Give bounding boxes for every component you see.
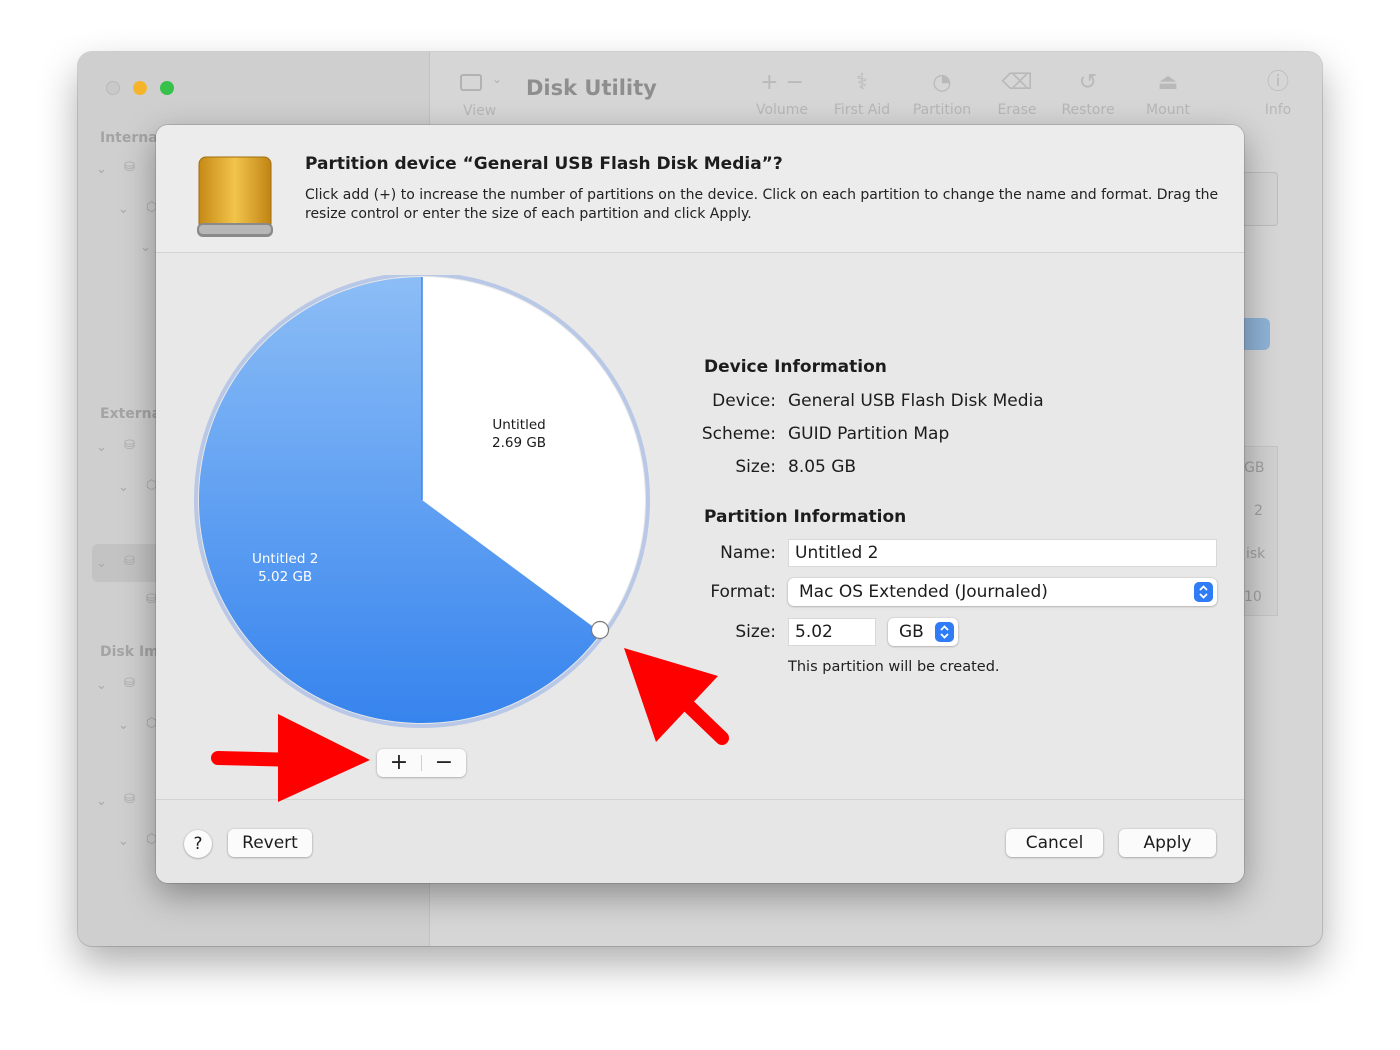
partition-size-label: Size:	[735, 622, 776, 642]
external-drive-icon	[197, 156, 273, 237]
pie-label-free: Untitled 2.69 GB	[492, 417, 547, 451]
format-label: Format:	[710, 582, 776, 602]
sheet-header: Partition device “General USB Flash Disk…	[156, 125, 1244, 253]
stethoscope-icon: ⚕	[856, 70, 868, 95]
scheme-value: GUID Partition Map	[788, 424, 950, 444]
add-remove-partition-control: + −	[377, 749, 466, 777]
partition-pie-chart[interactable]	[192, 272, 652, 735]
close-button[interactable]	[106, 81, 120, 95]
toolbar-info-button[interactable]: ⓘ Info	[1246, 68, 1310, 118]
plus-minus-icon: + −	[760, 70, 804, 95]
scheme-label: Scheme:	[701, 424, 776, 444]
format-value: Mac OS Extended (Journaled)	[799, 582, 1048, 602]
drive-icon: ⛁	[124, 792, 135, 807]
usage-box	[1238, 172, 1278, 226]
usage-bar	[1240, 318, 1270, 350]
toolbar-partition-button[interactable]: ◔ Partition	[910, 68, 974, 118]
size-unit-popup[interactable]: GB	[888, 618, 958, 646]
window-title: Disk Utility	[526, 76, 657, 100]
toolbar-erase-button[interactable]: ⌫ Erase	[985, 68, 1049, 118]
view-label: View	[463, 103, 497, 119]
partition-size-input[interactable]	[788, 618, 876, 646]
drive-icon: ⛁	[124, 676, 135, 691]
resize-handle[interactable]	[590, 620, 610, 640]
device-label: Device:	[712, 391, 776, 411]
partition-name-input[interactable]	[788, 539, 1217, 567]
info-cell: 10	[1244, 589, 1262, 605]
drive-icon: ⛁	[124, 554, 135, 569]
apply-button[interactable]: Apply	[1119, 829, 1216, 857]
erase-icon: ⌫	[1001, 70, 1033, 95]
remove-partition-button[interactable]: −	[422, 749, 466, 777]
chevron-down-icon[interactable]: ⌄	[96, 794, 107, 809]
chevron-down-icon[interactable]: ⌄	[96, 678, 107, 693]
partition-note: This partition will be created.	[788, 659, 1000, 675]
sidebar-section-disk-images: Disk Im	[100, 644, 159, 660]
mount-icon: ⏏	[1157, 70, 1179, 95]
drive-icon: ⛁	[124, 438, 135, 453]
chevron-down-icon[interactable]: ⌄	[96, 556, 107, 571]
device-info-heading: Device Information	[704, 357, 887, 377]
cancel-button[interactable]: Cancel	[1006, 829, 1103, 857]
toolbar-volume-button[interactable]: + − Volume	[750, 68, 814, 118]
size-unit-value: GB	[899, 622, 924, 642]
chevron-down-icon[interactable]: ⌄	[96, 440, 107, 455]
partition-sheet: Partition device “General USB Flash Disk…	[156, 125, 1244, 883]
device-size-value: 8.05 GB	[788, 457, 857, 477]
device-value: General USB Flash Disk Media	[788, 391, 1044, 411]
add-partition-button[interactable]: +	[377, 749, 421, 777]
sheet-footer: ? Revert Cancel Apply	[156, 799, 1244, 883]
sheet-description: Click add (+) to increase the number of …	[305, 187, 1219, 222]
info-icon: ⓘ	[1266, 70, 1289, 95]
restore-icon: ↺	[1078, 70, 1098, 95]
chevron-down-icon[interactable]: ⌄	[492, 72, 502, 86]
pie-svg[interactable]	[192, 272, 652, 735]
toolbar-mount-button[interactable]: ⏏ Mount	[1136, 68, 1200, 118]
info-cell: GB	[1244, 460, 1265, 476]
chevron-down-icon[interactable]: ⌄	[118, 718, 129, 733]
info-cell: 2	[1254, 503, 1263, 519]
partition-icon: ◔	[932, 70, 952, 95]
format-popup[interactable]: Mac OS Extended (Journaled)	[788, 578, 1217, 606]
updown-chevron-icon	[935, 622, 954, 642]
drive-icon: ⛁	[124, 160, 135, 175]
minimize-button[interactable]	[133, 81, 147, 95]
toolbar-first-aid-button[interactable]: ⚕ First Aid	[830, 68, 894, 118]
device-size-label: Size:	[735, 457, 776, 477]
pie-label-partition: Untitled 2 5.02 GB	[252, 551, 319, 585]
sidebar-section-external: Externa	[100, 406, 162, 422]
chevron-down-icon[interactable]: ⌄	[118, 480, 129, 495]
toolbar-restore-button[interactable]: ↺ Restore	[1056, 68, 1120, 118]
name-label: Name:	[720, 543, 776, 563]
sidebar-section-internal: Interna	[100, 130, 158, 146]
chevron-down-icon[interactable]: ⌄	[96, 162, 107, 177]
sidebar-toggle-icon[interactable]	[460, 74, 482, 91]
updown-chevron-icon	[1194, 582, 1213, 602]
chevron-down-icon[interactable]: ⌄	[118, 834, 129, 849]
zoom-button[interactable]	[160, 81, 174, 95]
chevron-down-icon[interactable]: ⌄	[118, 202, 129, 217]
chevron-down-icon[interactable]: ⌄	[140, 240, 151, 255]
info-cell: isk	[1246, 546, 1266, 562]
help-button[interactable]: ?	[184, 830, 212, 858]
partition-info-heading: Partition Information	[704, 507, 907, 527]
revert-button[interactable]: Revert	[228, 829, 312, 857]
sheet-title: Partition device “General USB Flash Disk…	[305, 154, 783, 174]
